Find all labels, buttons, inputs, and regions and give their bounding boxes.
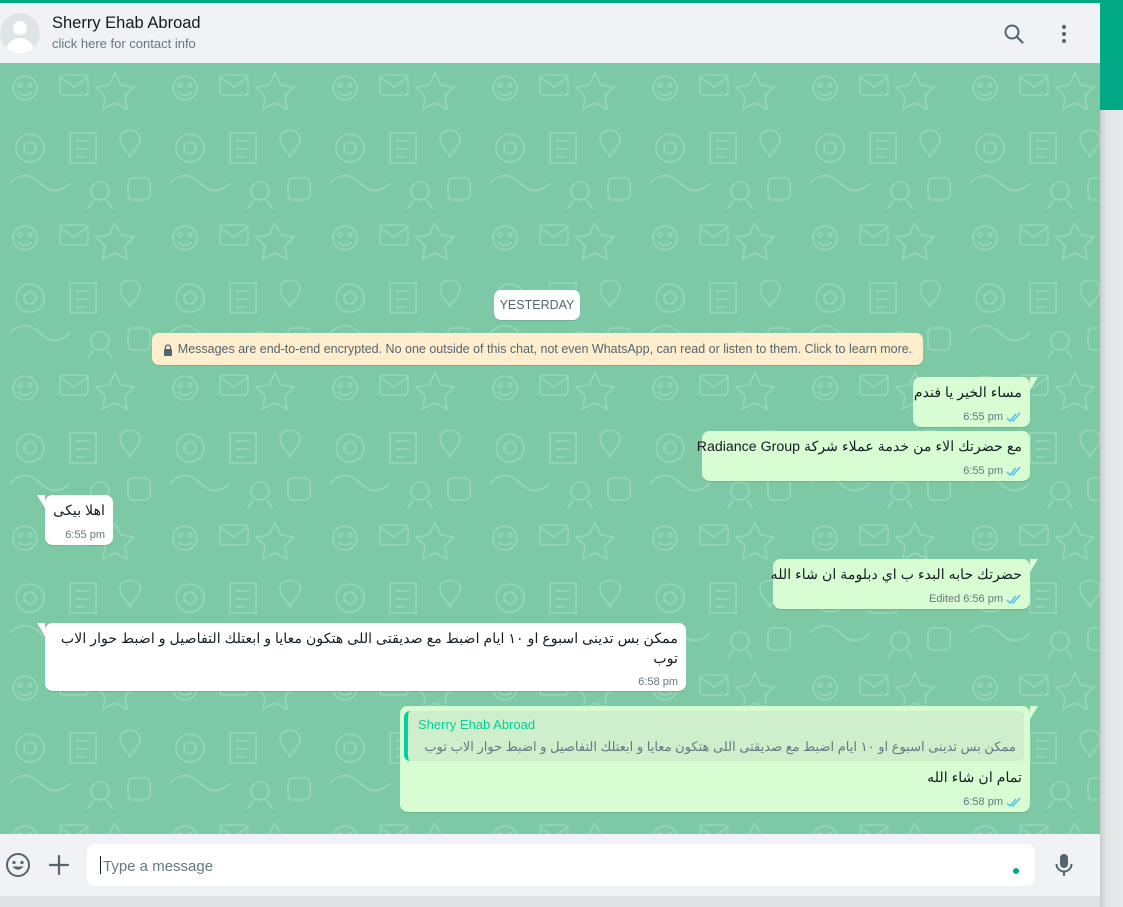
message-input-box[interactable] [87,844,1035,888]
message-text: تمام ان شاء الله [927,770,1022,786]
message-incoming[interactable]: اهلا بيكى 6:55 pm [37,495,113,545]
message-text: اهلا بيكى [53,503,105,519]
quoted-text: ممكن بس تدينى اسبوع او ١٠ ايام اضبط مع ص… [424,739,1016,754]
avatar[interactable] [0,13,40,53]
message-time: 6:55 pm [65,529,105,541]
lock-icon [163,344,172,356]
microphone-icon[interactable] [1051,852,1077,878]
date-divider: YESTERDAY [494,290,580,320]
message-outgoing[interactable]: مع حضرتك الاء من خدمة عملاء شركة Radianc… [697,431,1030,481]
message-time: 6:58 pm [638,676,678,688]
message-incoming[interactable]: ممكن بس تدينى اسبوع او ١٠ ايام اضبط مع ص… [37,623,686,691]
composer-bar [0,834,1100,896]
double-check-icon [1006,594,1021,604]
quoted-author: Sherry Ehab Abroad [418,717,536,732]
message-time: 6:56 pm [963,593,1003,605]
kebab-menu-icon[interactable] [1052,22,1076,46]
bubble-tail [1030,559,1038,572]
message-outgoing-reply[interactable]: Sherry Ehab Abroad ممكن بس تدينى اسبوع ا… [400,706,1038,812]
double-check-icon [1006,466,1021,476]
message-text-line-2: توب [653,651,678,667]
message-text-line-1: ممكن بس تدينى اسبوع او ١٠ ايام اضبط مع ص… [60,631,678,647]
chat-header[interactable]: Sherry Ehab Abroad click here for contac… [0,3,1100,64]
message-meta: 6:55 pm [963,465,1022,477]
chat-panel: Sherry Ehab Abroad click here for contac… [0,3,1100,907]
edited-label: Edited [929,593,961,605]
message-meta: 6:58 pm [963,796,1022,808]
message-time: 6:58 pm [963,796,1003,808]
bubble-tail [37,623,45,636]
message-meta: 6:58 pm [638,676,678,688]
bubble-tail [1030,377,1038,390]
encryption-notice[interactable]: Messages are end-to-end encrypted. No on… [152,333,923,365]
message-text: مع حضرتك الاء من خدمة عملاء شركة Radianc… [696,439,1022,455]
avatar-head-shape [13,21,27,35]
message-time: 6:55 pm [963,411,1003,423]
message-outgoing[interactable]: حضرتك حابه البدء ب اي دبلومة ان شاء الله… [770,559,1038,609]
message-text: حضرتك حابه البدء ب اي دبلومة ان شاء الله [770,567,1022,583]
search-icon[interactable] [1002,22,1026,46]
message-meta: Edited 6:56 pm [929,593,1022,605]
message-meta: 6:55 pm [963,411,1022,423]
bubble-tail [1030,706,1038,719]
bubble-tail [37,495,45,508]
encryption-notice-text: Messages are end-to-end encrypted. No on… [177,342,913,356]
right-accent-bar [1100,3,1123,110]
avatar-body-shape [6,38,34,53]
emoji-icon[interactable] [5,852,31,878]
contact-name[interactable]: Sherry Ehab Abroad [52,14,201,33]
message-outgoing[interactable]: مساء الخير يا فندم 6:55 pm [913,377,1038,427]
message-input[interactable] [101,844,985,888]
message-meta: 6:55 pm [65,529,105,541]
message-text: مساء الخير يا فندم [913,385,1022,401]
right-panel-shade [1100,110,1123,907]
status-dot [1013,868,1019,874]
double-check-icon [1006,797,1021,807]
plus-icon[interactable] [46,852,72,878]
quoted-message[interactable]: Sherry Ehab Abroad ممكن بس تدينى اسبوع ا… [404,711,1024,761]
window-bottom-edge [0,896,1100,907]
contact-info-hint[interactable]: click here for contact info [52,36,196,51]
message-time: 6:55 pm [963,465,1003,477]
double-check-icon [1006,412,1021,422]
